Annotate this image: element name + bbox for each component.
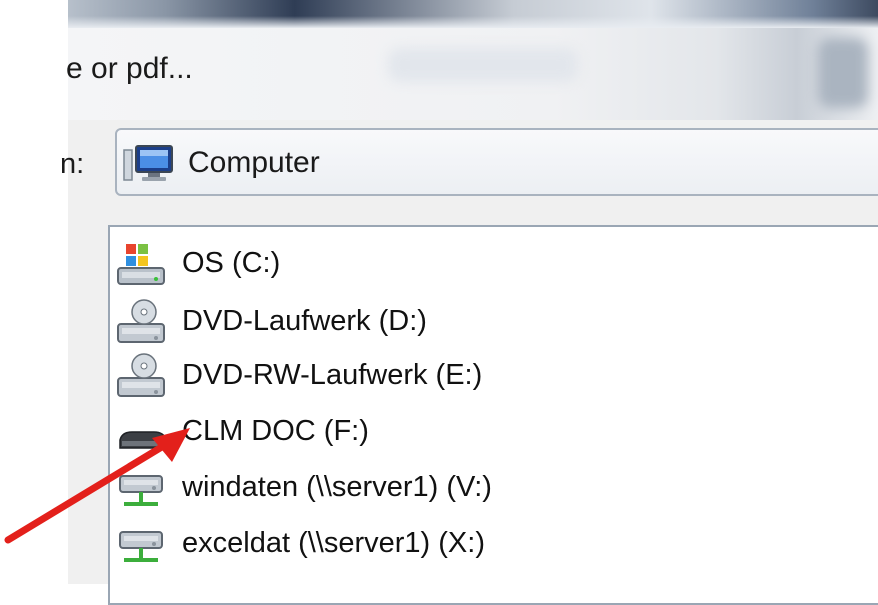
look-in-value: Computer bbox=[188, 146, 320, 179]
windows-drive-icon bbox=[117, 244, 165, 285]
network-drive-icon bbox=[119, 475, 163, 506]
dialog-caption: e or pdf... bbox=[66, 52, 193, 85]
list-item-os-c[interactable]: OS (C:) bbox=[112, 238, 872, 290]
drive-label: OS (C:) bbox=[182, 247, 281, 279]
computer-icon bbox=[123, 145, 173, 181]
list-item-windaten-v[interactable]: windaten (\\server1) (V:) bbox=[112, 462, 872, 514]
left-margin bbox=[0, 0, 68, 584]
look-in-label: n: bbox=[60, 148, 85, 180]
drive-label: DVD-Laufwerk (D:) bbox=[182, 305, 427, 337]
dvd-drive-icon bbox=[117, 299, 165, 343]
network-drive-icon bbox=[119, 531, 163, 562]
drive-label: exceldat (\\server1) (X:) bbox=[182, 527, 485, 559]
list-item-exceldat-x[interactable]: exceldat (\\server1) (X:) bbox=[112, 518, 872, 570]
removable-drive-icon bbox=[119, 431, 167, 449]
drive-label: windaten (\\server1) (V:) bbox=[182, 471, 492, 503]
list-item-dvdrw-e[interactable]: DVD-RW-Laufwerk (E:) bbox=[112, 350, 872, 402]
list-item-clm-doc-f[interactable]: CLM DOC (F:) bbox=[112, 406, 872, 458]
blurred-area bbox=[388, 48, 578, 82]
drive-label: DVD-RW-Laufwerk (E:) bbox=[182, 359, 483, 391]
title-bar bbox=[68, 0, 878, 28]
blurred-area bbox=[818, 38, 868, 108]
drive-label: CLM DOC (F:) bbox=[182, 415, 369, 447]
list-item-dvd-d[interactable]: DVD-Laufwerk (D:) bbox=[112, 296, 872, 348]
dvd-drive-icon bbox=[117, 353, 165, 397]
